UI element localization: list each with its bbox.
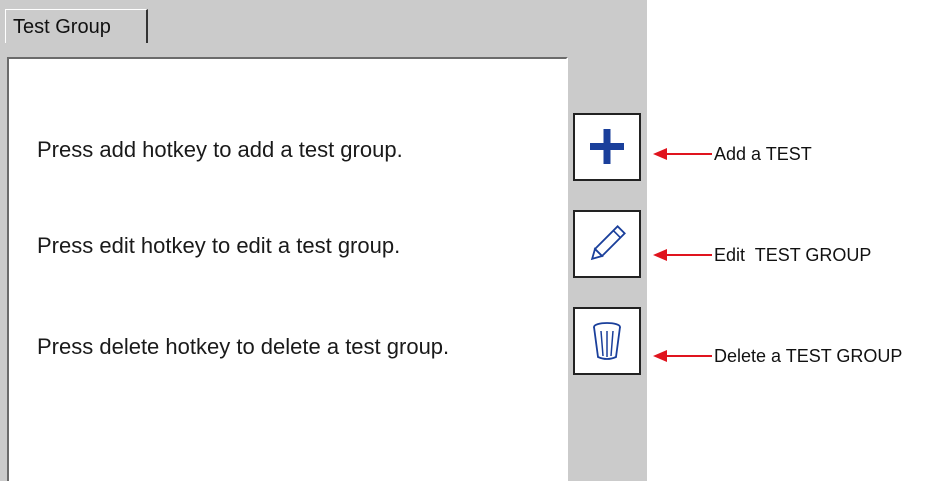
instructions-panel: Press add hotkey to add a test group. Pr…: [7, 57, 568, 481]
delete-instruction-text: Press delete hotkey to delete a test gro…: [37, 334, 450, 359]
delete-hotkey-button[interactable]: [573, 307, 641, 375]
trash-bin-icon: [593, 322, 621, 360]
add-instruction-text: Press add hotkey to add a test group.: [37, 137, 403, 162]
edit-instruction-text: Press edit hotkey to edit a test group.: [37, 233, 401, 258]
arrow-left-icon: [653, 249, 712, 261]
edit-callout-label: Edit TEST GROUP: [714, 245, 872, 265]
arrow-left-icon: [653, 148, 712, 160]
plus-icon: [590, 129, 624, 164]
tab-label: Test Group: [13, 16, 111, 38]
edit-hotkey-button[interactable]: [573, 210, 641, 278]
pencil-icon: [590, 225, 626, 261]
arrow-left-icon: [653, 350, 712, 362]
add-callout-label: Add a TEST: [714, 144, 812, 164]
annotated-screenshot: Test Group Press add hotkey to add a tes…: [0, 0, 936, 481]
device-screen: Test Group Press add hotkey to add a tes…: [0, 0, 647, 481]
add-hotkey-button[interactable]: [573, 113, 641, 181]
delete-callout-label: Delete a TEST GROUP: [714, 346, 903, 366]
tab-test-group[interactable]: Test Group: [5, 9, 148, 43]
